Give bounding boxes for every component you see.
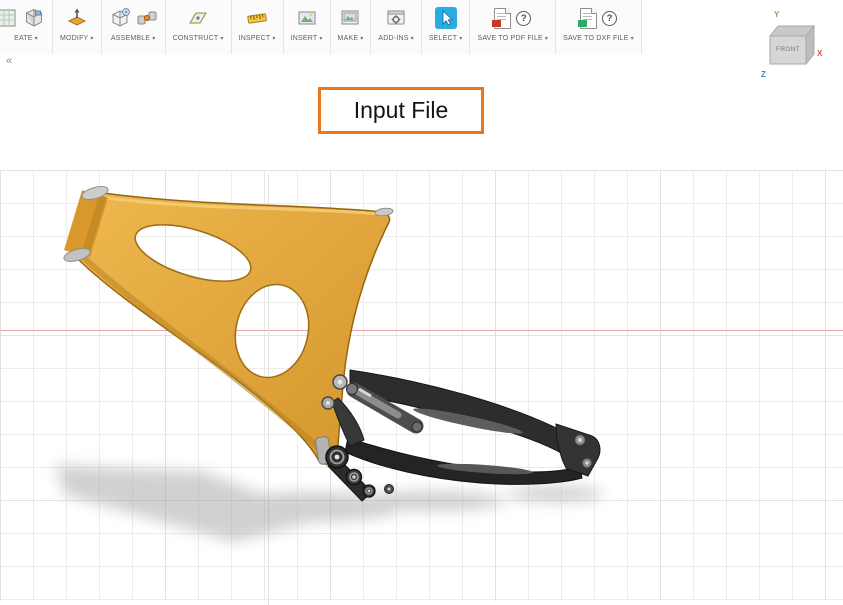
rear-swingarm[interactable] <box>315 370 600 501</box>
rear-dropout <box>556 424 600 476</box>
bike-frame-model[interactable] <box>0 0 843 601</box>
app-window: { "toolbar": { "caret": "▾", "collapse_c… <box>0 0 843 601</box>
seat-mast-cap <box>375 207 394 217</box>
